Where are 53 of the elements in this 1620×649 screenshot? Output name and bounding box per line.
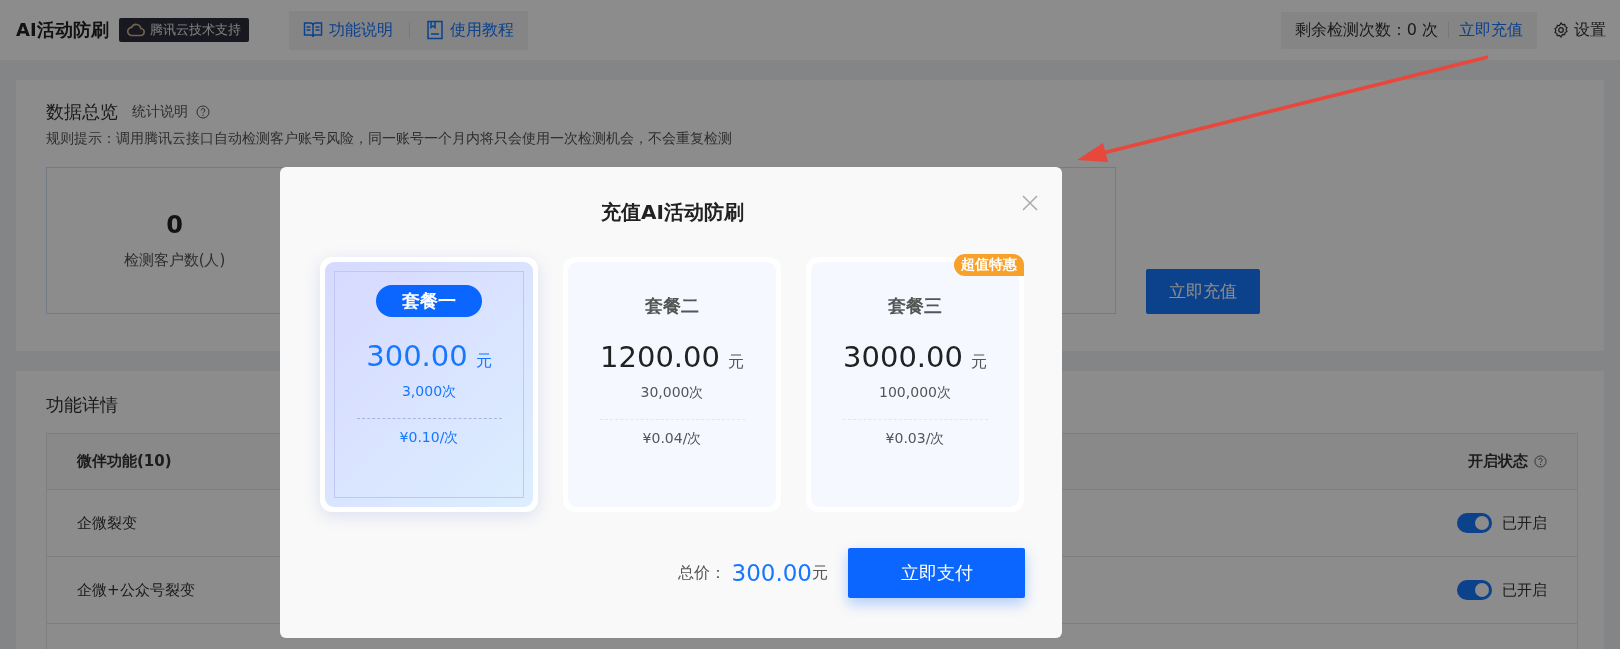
plan-price: 1200.00 [600, 340, 720, 374]
recharge-button[interactable]: 立即充值 [1146, 269, 1260, 314]
plan-quota: 30,000次 [640, 384, 704, 402]
currency-unit: 元 [812, 562, 828, 584]
currency-unit: 元 [475, 351, 492, 372]
help-link[interactable]: 统计说明 [132, 103, 188, 121]
cloud-icon [126, 23, 145, 37]
plan-name: 套餐二 [645, 294, 699, 318]
toggle-switch[interactable] [1457, 513, 1492, 533]
dialog-title: 充值AI活动防刷 [600, 199, 745, 226]
recharge-link[interactable]: 立即充值 [1459, 19, 1523, 41]
close-icon[interactable] [1022, 195, 1038, 211]
plan-quota: 3,000次 [401, 383, 457, 401]
plan-price: 3000.00 [843, 340, 963, 374]
column-header: 开启状态 [1468, 452, 1528, 471]
total-price: 300.00 [731, 560, 812, 586]
plan-card[interactable]: 套餐二 1200.00 元 30,000次 ¥0.04/次 [563, 257, 781, 512]
promo-badge: 超值特惠 [954, 254, 1024, 276]
column-header: 微伴功能(10) [77, 452, 172, 471]
badge-text: 腾讯云技术支持 [149, 21, 241, 39]
status-text: 已开启 [1502, 580, 1547, 600]
total-label: 总价： [677, 562, 726, 584]
section-title: 数据总览 [46, 100, 118, 124]
settings-link[interactable]: 设置 [1553, 19, 1606, 41]
toggle-switch[interactable] [1457, 580, 1492, 600]
document-icon [425, 20, 444, 40]
nav-link[interactable]: 使用教程 [425, 19, 514, 41]
plan-quota: 100,000次 [879, 384, 951, 402]
status-text: 已开启 [1502, 513, 1547, 533]
help-icon [1534, 455, 1547, 468]
help-icon [196, 105, 210, 119]
currency-unit: 元 [727, 352, 744, 373]
book-icon [302, 21, 323, 39]
pay-button[interactable]: 立即支付 [848, 548, 1025, 598]
settings-icon [1553, 22, 1569, 38]
plan-card[interactable]: 套餐一 300.00 元 3,000次 ¥0.10/次 [320, 257, 538, 512]
unit-price: ¥0.03/次 [885, 430, 945, 448]
remaining-count: 剩余检测次数：0 次 [1294, 19, 1438, 41]
nav-link[interactable]: 功能说明 [302, 19, 393, 41]
stat-value: 0 [166, 211, 183, 239]
plan-name: 套餐三 [888, 294, 942, 318]
unit-price: ¥0.04/次 [642, 430, 702, 448]
rule-hint: 规则提示：调用腾讯云接口自动检测客户账号风险，同一账号一个月内将只会使用一次检测机会，不会重复检测 [46, 130, 733, 148]
currency-unit: 元 [970, 352, 987, 373]
plan-card[interactable]: 超值特惠 套餐三 3000.00 元 100,000次 ¥0.03/次 [806, 257, 1024, 512]
plan-price: 300.00 [366, 339, 468, 373]
section-title: 功能详情 [46, 393, 118, 417]
feature-name: 企微裂变 [77, 513, 137, 533]
app-title: AI活动防刷 [16, 18, 109, 42]
plan-name: 套餐一 [376, 285, 482, 317]
stat-label: 检测客户数(人) [123, 251, 226, 270]
feature-name: 企微+公众号裂变 [77, 580, 195, 600]
unit-price: ¥0.10/次 [399, 429, 459, 447]
